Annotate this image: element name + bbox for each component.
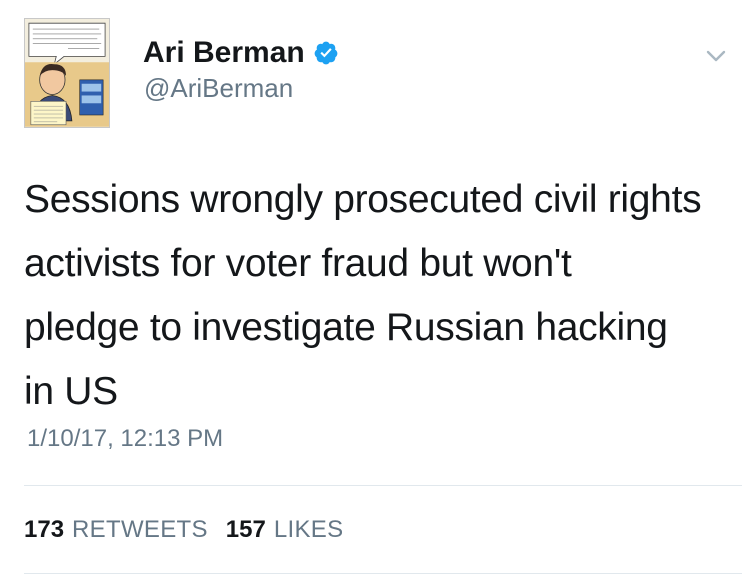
divider — [24, 573, 742, 574]
display-name[interactable]: Ari Berman — [143, 36, 305, 70]
tweet-stats: 173 RETWEETS 157 LIKES — [24, 515, 343, 545]
divider — [24, 485, 742, 486]
likes-label: LIKES — [273, 516, 344, 543]
verified-badge-icon — [313, 40, 339, 66]
retweets-stat[interactable]: 173 RETWEETS — [24, 515, 208, 545]
retweets-count: 173 — [24, 516, 65, 543]
handle[interactable]: @AriBerman — [144, 73, 293, 103]
author-name-row[interactable]: Ari Berman — [143, 36, 339, 70]
retweets-label: RETWEETS — [72, 516, 208, 543]
tweet-timestamp[interactable]: 1/10/17, 12:13 PM — [27, 424, 223, 454]
tweet-text: Sessions wrongly prosecuted civil rights… — [24, 178, 702, 413]
comic-portrait-avatar-image — [25, 19, 109, 127]
chevron-down-icon[interactable] — [706, 49, 726, 63]
likes-stat[interactable]: 157 LIKES — [226, 515, 344, 545]
likes-count: 157 — [225, 516, 266, 543]
avatar[interactable] — [24, 18, 110, 128]
